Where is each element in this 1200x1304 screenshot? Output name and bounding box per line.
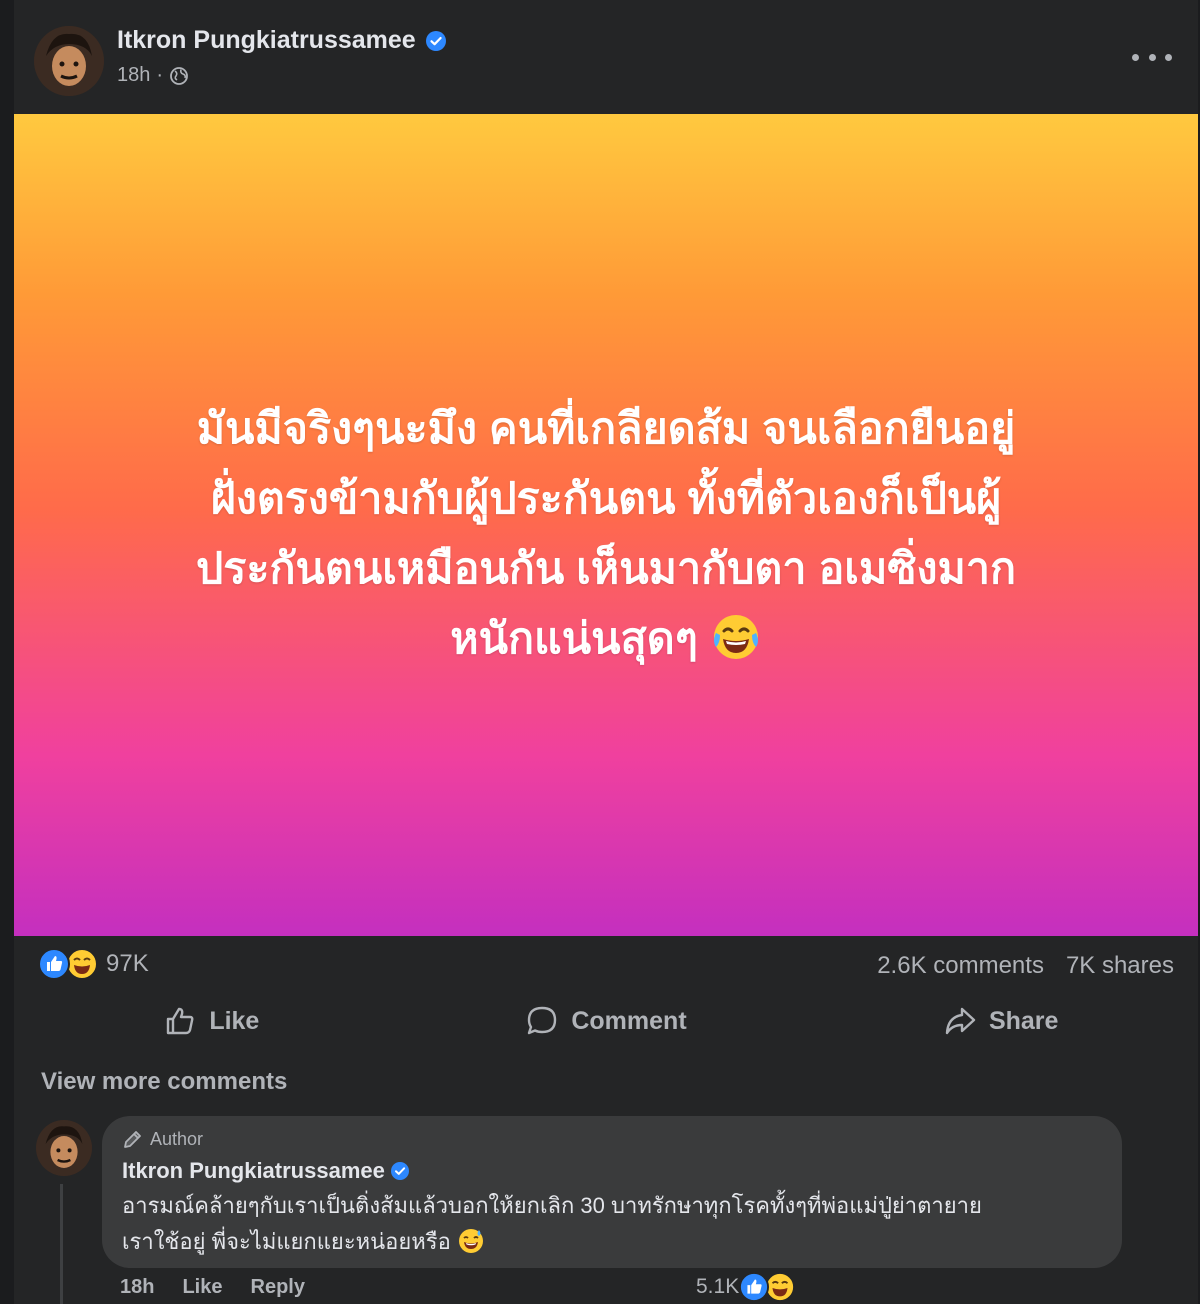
reactions-summary[interactable]: 97K (38, 948, 149, 980)
author-badge: Author (122, 1128, 203, 1150)
comment-thread-line (60, 1184, 63, 1304)
comment-reply-button[interactable]: Reply (251, 1276, 305, 1299)
comment-button-label: Comment (571, 1006, 687, 1035)
pencil-icon (124, 1131, 141, 1148)
avatar-face-icon (36, 1120, 92, 1176)
commenter-avatar[interactable] (36, 1120, 92, 1176)
haha-reaction-icon (765, 1272, 796, 1302)
globe-icon (170, 66, 188, 85)
status-background[interactable]: มันมีจริงๆนะมึง คนที่เกลียดส้ม จนเลือกยื… (14, 114, 1198, 936)
verified-badge-icon (390, 1162, 409, 1180)
status-line: ฝั่งตรงข้ามกับผู้ประกันตน ทั้งที่ตัวเองก… (210, 475, 1002, 523)
post-actions: Like Comment Share (14, 996, 1198, 1046)
more-dot-icon (1148, 53, 1156, 61)
comment-text-line: อารมณ์คล้ายๆกับเราเป็นติ่งส้มแล้วบอกให้ย… (122, 1193, 982, 1218)
author-badge-label: Author (150, 1128, 204, 1149)
share-button[interactable]: Share (803, 996, 1198, 1046)
like-reaction-icon (38, 948, 70, 980)
comment-reactions[interactable]: 5.1K (696, 1272, 796, 1302)
avatar-face-icon (34, 26, 104, 96)
comment-author-name[interactable]: Itkron Pungkiatrussamee (122, 1158, 409, 1184)
laughing-tears-emoji-icon (713, 615, 758, 659)
facebook-post: Itkron Pungkiatrussamee 18h · มันมีจริงๆ… (14, 0, 1198, 1304)
comment-author-text[interactable]: Itkron Pungkiatrussamee (122, 1158, 385, 1184)
author-name-text[interactable]: Itkron Pungkiatrussamee (117, 26, 416, 55)
like-button[interactable]: Like (14, 996, 409, 1046)
comment-bubble: Author Itkron Pungkiatrussamee อารมณ์คล้… (102, 1116, 1122, 1268)
status-line: หนักแน่นสุดๆ (450, 615, 698, 663)
comment-text-line: เราใช้อยู่ พี่จะไม่แยกแยะหน่อยหรือ (122, 1229, 451, 1254)
post-time[interactable]: 18h (117, 64, 150, 87)
post-meta: 18h · (117, 64, 189, 87)
comment-reactions-count: 5.1K (696, 1275, 740, 1298)
comment-bubble-icon (528, 1006, 557, 1035)
comment-button[interactable]: Comment (409, 996, 804, 1046)
share-arrow-icon (945, 1007, 976, 1035)
comment-meta: 18h Like Reply (120, 1276, 305, 1299)
like-reaction-icon (739, 1272, 770, 1302)
reactions-count[interactable]: 97K (106, 950, 149, 978)
like-button-label: Like (209, 1006, 260, 1035)
grinning-sweat-emoji-icon (458, 1229, 483, 1253)
comment-text: อารมณ์คล้ายๆกับเราเป็นติ่งส้มแล้วบอกให้ย… (122, 1188, 1112, 1260)
author-avatar[interactable] (34, 26, 104, 96)
post-author-name[interactable]: Itkron Pungkiatrussamee (117, 26, 446, 55)
more-dot-icon (1165, 53, 1172, 61)
verified-badge-icon (425, 30, 446, 51)
more-dot-icon (1132, 53, 1139, 61)
haha-reaction-icon (66, 948, 98, 980)
meta-separator: · (156, 64, 164, 86)
share-button-label: Share (988, 1006, 1059, 1035)
comment-time[interactable]: 18h (120, 1276, 154, 1299)
shares-count-link[interactable]: 7K shares (1066, 952, 1174, 980)
status-line: มันมีจริงๆนะมึง คนที่เกลียดส้ม จนเลือกยื… (196, 405, 1016, 453)
more-options-button[interactable] (1132, 40, 1172, 74)
status-line-last: หนักแน่นสุดๆ (74, 604, 1138, 674)
status-text: มันมีจริงๆนะมึง คนที่เกลียดส้ม จนเลือกยื… (74, 394, 1138, 674)
thumbs-up-icon (167, 1007, 194, 1035)
view-more-comments-link[interactable]: View more comments (41, 1068, 287, 1096)
status-line: ประกันตนเหมือนกัน เห็นมากับตา อเมซิ่งมาก (195, 545, 1017, 593)
comment-text-line-last: เราใช้อยู่ พี่จะไม่แยกแยะหน่อยหรือ (122, 1224, 1112, 1260)
comment-like-button[interactable]: Like (182, 1276, 222, 1299)
post-counts: 2.6K comments 7K shares (877, 952, 1174, 980)
comments-count-link[interactable]: 2.6K comments (877, 952, 1044, 980)
